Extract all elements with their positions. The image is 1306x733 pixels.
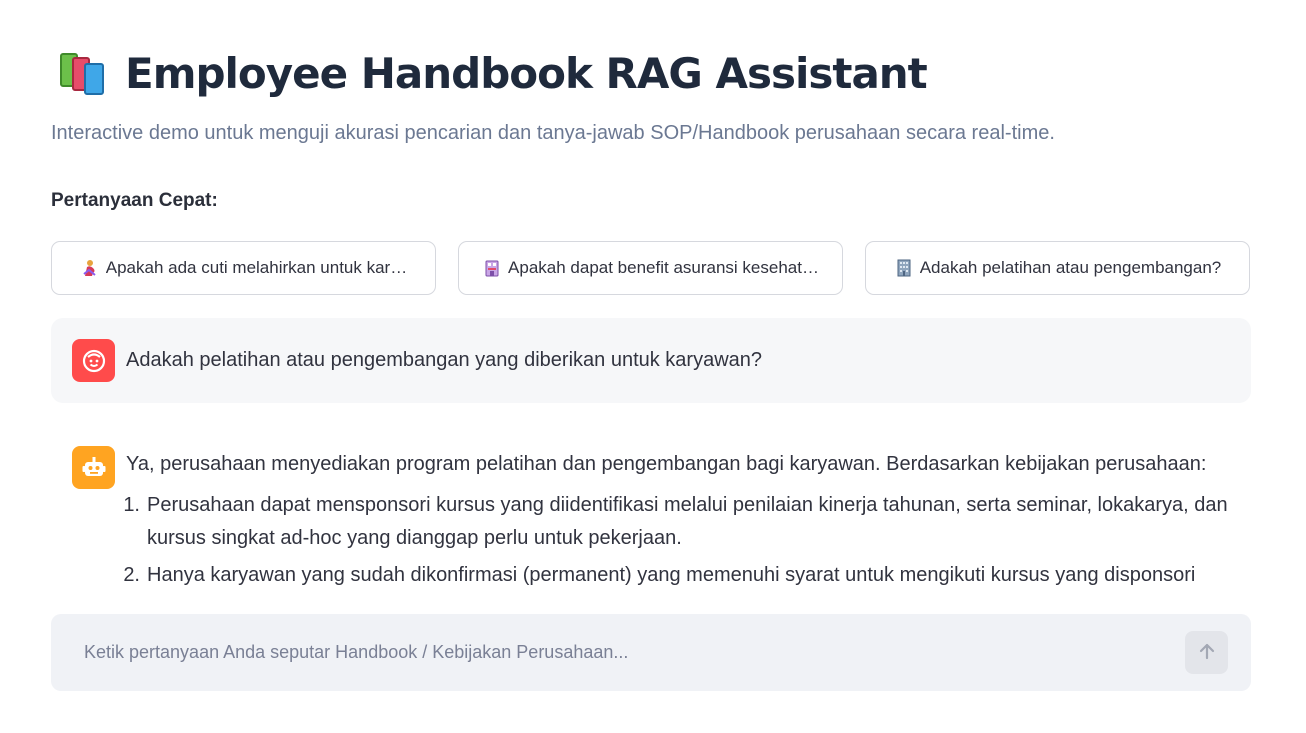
- page-subtitle: Interactive demo untuk menguji akurasi p…: [51, 122, 1055, 144]
- chat-input[interactable]: [84, 642, 1185, 663]
- assistant-message-body: Ya, perusahaan menyediakan program pelat…: [123, 446, 1252, 592]
- building-icon: [894, 258, 914, 278]
- chat-message-assistant: Ya, perusahaan menyediakan program pelat…: [72, 446, 1252, 592]
- quick-question-button-health-insurance[interactable]: Apakah dapat benefit asuransi kesehat…: [458, 241, 843, 295]
- page-title: Employee Handbook RAG Assistant: [125, 48, 928, 98]
- list-item: 1. Perusahaan dapat mensponsori kursus y…: [123, 489, 1252, 555]
- app-page: Employee Handbook RAG Assistant Interact…: [0, 0, 1306, 733]
- books-icon: [57, 48, 111, 98]
- header: Employee Handbook RAG Assistant: [57, 48, 928, 98]
- list-item-number: 2.: [123, 564, 140, 586]
- quick-questions-label: Pertanyaan Cepat:: [51, 190, 218, 211]
- chat-input-bar: [51, 614, 1251, 691]
- chat-message-user: Adakah pelatihan atau pengembangan yang …: [51, 318, 1251, 403]
- pregnant-woman-icon: [80, 258, 100, 278]
- quick-question-label: Adakah pelatihan atau pengembangan?: [919, 258, 1222, 277]
- assistant-message-list: 1. Perusahaan dapat mensponsori kursus y…: [123, 489, 1252, 592]
- quick-question-button-training[interactable]: Adakah pelatihan atau pengembangan?: [865, 241, 1250, 295]
- arrow-up-icon: [1197, 641, 1217, 664]
- quick-question-button-maternity-leave[interactable]: Apakah ada cuti melahirkan untuk kar…: [51, 241, 436, 295]
- bot-avatar-icon: [72, 446, 115, 489]
- user-avatar-icon: [72, 339, 115, 382]
- list-item-text: Hanya karyawan yang sudah dikonfirmasi (…: [147, 564, 1196, 586]
- list-item: 2. Hanya karyawan yang sudah dikonfirmas…: [123, 559, 1252, 592]
- list-item-number: 1.: [123, 494, 140, 516]
- send-button[interactable]: [1185, 631, 1228, 674]
- list-item-text: Perusahaan dapat mensponsori kursus yang…: [147, 494, 1228, 549]
- quick-question-label: Apakah dapat benefit asuransi kesehat…: [508, 258, 819, 277]
- hospital-icon: [482, 258, 502, 278]
- assistant-message-intro: Ya, perusahaan menyediakan program pelat…: [126, 453, 1207, 475]
- user-message-text: Adakah pelatihan atau pengembangan yang …: [126, 349, 763, 371]
- quick-question-label: Apakah ada cuti melahirkan untuk kar…: [105, 258, 408, 277]
